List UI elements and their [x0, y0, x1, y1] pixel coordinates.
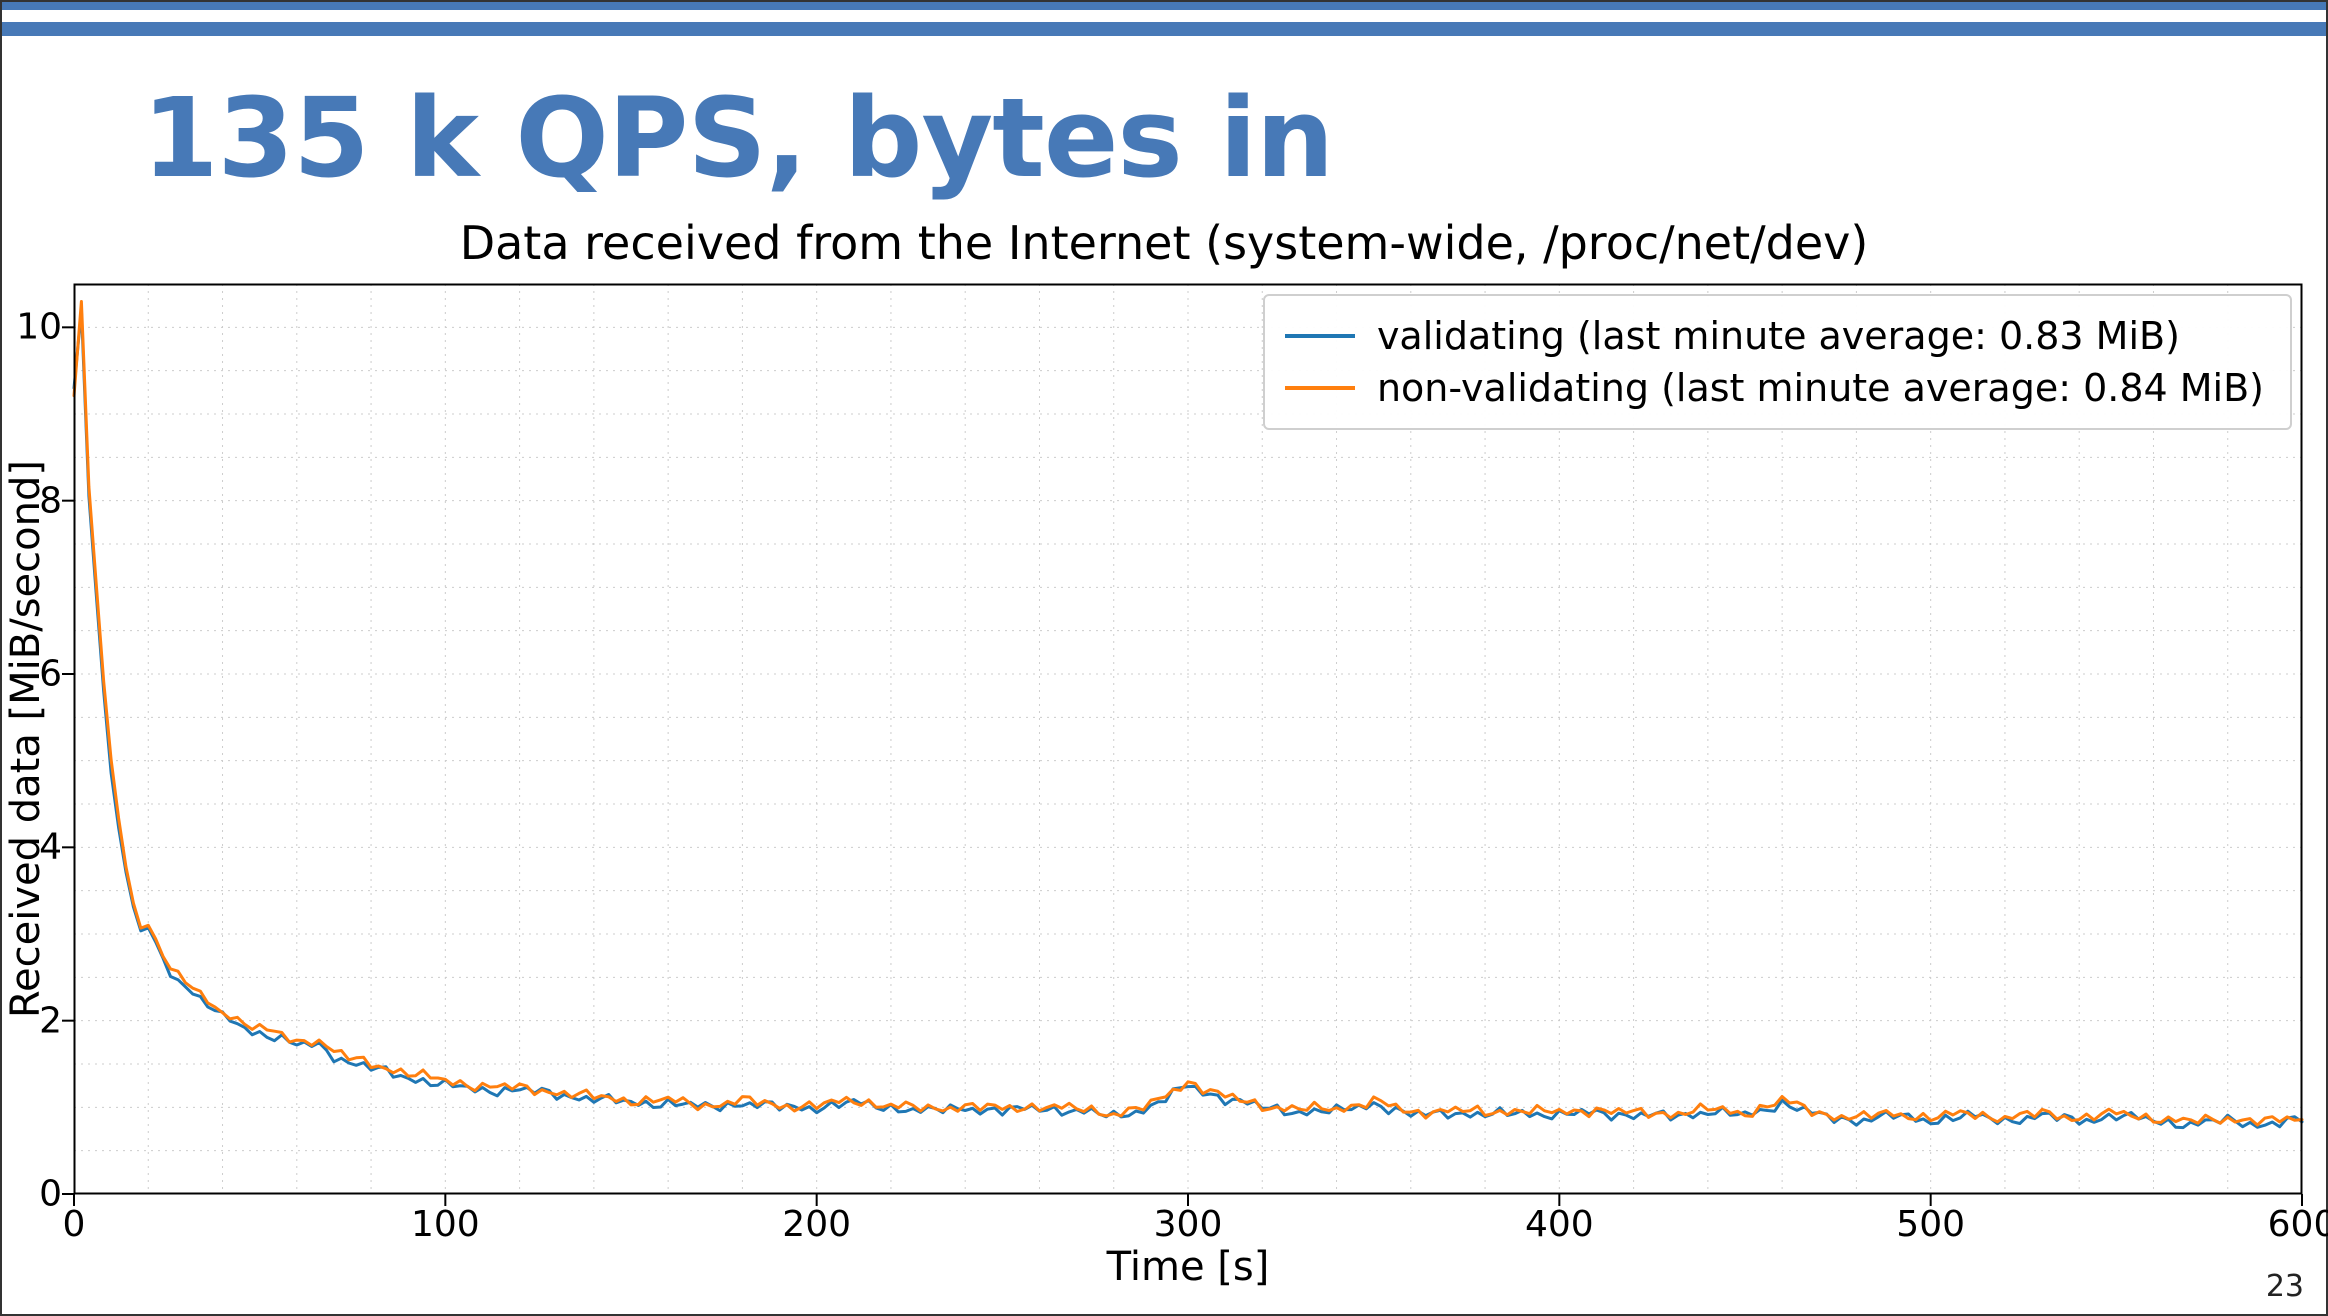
- x-tick-label: 500: [1896, 1204, 1965, 1245]
- x-tick-label: 0: [63, 1204, 86, 1245]
- x-tick-label: 600: [2268, 1204, 2328, 1245]
- top-border-stripe-2: [2, 22, 2326, 36]
- y-tick-label: 4: [39, 827, 62, 868]
- chart-area: Received data [MiB/second] Time [s] 0246…: [74, 284, 2302, 1194]
- slide-title: 135 k QPS, bytes in: [142, 74, 1333, 202]
- legend-item-validating: validating (last minute average: 0.83 Mi…: [1285, 310, 2264, 362]
- y-tick-label: 2: [39, 1000, 62, 1041]
- slide: 135 k QPS, bytes in Data received from t…: [0, 0, 2328, 1316]
- chart-title: Data received from the Internet (system-…: [2, 216, 2326, 270]
- y-tick-label: 0: [39, 1174, 62, 1215]
- legend-label-validating: validating (last minute average: 0.83 Mi…: [1377, 314, 2180, 358]
- legend-swatch-non-validating: [1285, 386, 1355, 390]
- x-tick-label: 400: [1525, 1204, 1594, 1245]
- x-tick-label: 200: [782, 1204, 851, 1245]
- y-tick-label: 6: [39, 654, 62, 695]
- top-border-gap: [2, 10, 2326, 22]
- y-tick-label: 10: [16, 307, 62, 348]
- y-tick-label: 8: [39, 480, 62, 521]
- legend-swatch-validating: [1285, 334, 1355, 338]
- legend: validating (last minute average: 0.83 Mi…: [1263, 294, 2292, 430]
- legend-label-non-validating: non-validating (last minute average: 0.8…: [1377, 366, 2264, 410]
- x-axis-label: Time [s]: [1107, 1244, 1270, 1290]
- legend-item-non-validating: non-validating (last minute average: 0.8…: [1285, 362, 2264, 414]
- x-tick-label: 300: [1154, 1204, 1223, 1245]
- x-tick-label: 100: [411, 1204, 480, 1245]
- page-number: 23: [2266, 1269, 2304, 1304]
- y-axis-label: Received data [MiB/second]: [3, 460, 49, 1018]
- top-border-stripe: [2, 2, 2326, 10]
